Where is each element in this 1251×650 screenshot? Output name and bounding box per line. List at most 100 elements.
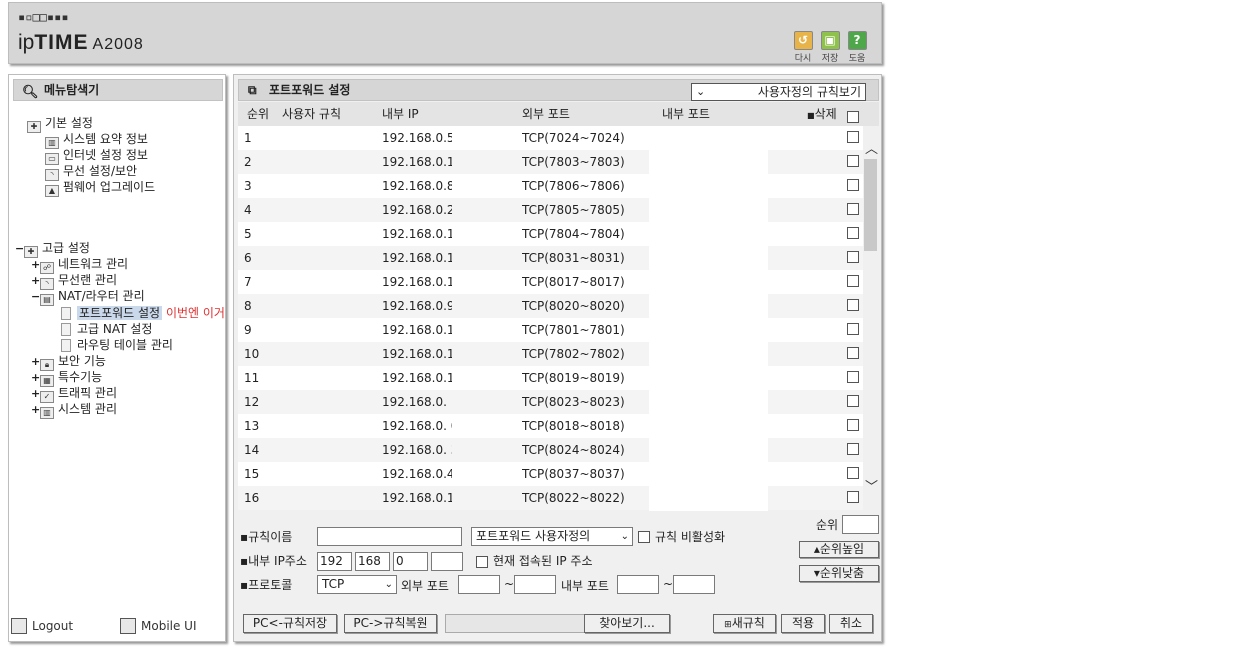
table-row[interactable]: 4 192.168.0.21 TCP(7805~7805) (238, 198, 863, 222)
row-delete-checkbox[interactable] (847, 467, 859, 481)
menu-special[interactable]: + ▦ 특수기능 (31, 370, 102, 387)
ip-octet-1[interactable]: 192 (317, 552, 352, 571)
scroll-down-icon[interactable]: ﹀ (865, 476, 878, 495)
menu-traffic[interactable]: + ✓ 트래픽 관리 (31, 386, 117, 403)
ip-octet-2[interactable]: 168 (355, 552, 390, 571)
menu-security[interactable]: + 🔒︎ 보안 기능 (31, 354, 106, 371)
table-row[interactable]: 2 192.168.0.1 TCP(7803~7803) (238, 150, 863, 174)
row-external-port: TCP(8024~8024) (522, 443, 625, 457)
disable-rule-checkbox[interactable] (638, 531, 650, 546)
priority-down-button[interactable]: ▾순위낮춤 (799, 565, 879, 582)
menu-nat-router-mgmt[interactable]: − ▤ NAT/라우터 관리 (31, 289, 145, 306)
table-row[interactable]: 11 192.168.0.1 0 TCP(8019~8019) (238, 366, 863, 390)
col-rank: 순위 (247, 107, 270, 121)
row-external-port: TCP(7805~7805) (522, 203, 625, 217)
table-row[interactable]: 9 192.168.0.19 TCP(7801~7801) (238, 318, 863, 342)
protocol-select[interactable]: TCP ⌄ (317, 575, 397, 594)
row-delete-checkbox[interactable] (847, 323, 859, 337)
row-delete-checkbox[interactable] (847, 299, 859, 313)
row-rank: 9 (244, 323, 252, 337)
upgrade-icon: ▲ (45, 185, 59, 197)
menu-system-summary[interactable]: ▥ 시스템 요약 정보 (45, 132, 148, 149)
menu-network-mgmt[interactable]: + ☍ 네트워크 관리 (31, 257, 128, 274)
menu-firmware-upgrade[interactable]: ▲ 펌웨어 업그레이드 (45, 180, 155, 197)
port-forward-panel: ⧉ 포트포워드 설정 ⌄ 사용자정의 규칙보기 순위 사용자 규칙 내부 IP 외… (233, 74, 882, 642)
table-row[interactable]: 3 192.168.0.8 TCP(7806~7806) (238, 174, 863, 198)
row-delete-checkbox[interactable] (847, 179, 859, 193)
save-rules-to-pc-button[interactable]: PC<-규칙저장 (243, 614, 337, 633)
table-row[interactable]: 12 192.168.0. 1 TCP(8023~8023) (238, 390, 863, 414)
table-row[interactable]: 7 192.168.0.15 TCP(8017~8017) (238, 270, 863, 294)
scroll-up-icon[interactable]: ︿ (865, 138, 878, 157)
row-delete-checkbox[interactable] (847, 275, 859, 289)
rule-name-input[interactable] (317, 527, 462, 546)
row-rank: 4 (244, 203, 252, 217)
row-delete-checkbox[interactable] (847, 443, 859, 457)
external-port-end[interactable] (514, 575, 556, 594)
row-delete-checkbox[interactable] (847, 227, 859, 241)
menu-port-forward[interactable]: 포트포워드 설정 이번엔 이거 (61, 306, 225, 321)
row-external-port: TCP(8031~8031) (522, 251, 625, 265)
menu-wireless-security[interactable]: ◝ 무선 설정/보안 (45, 164, 137, 181)
chevron-down-icon: ⌄ (620, 531, 629, 542)
logout-link[interactable]: Logout (11, 618, 73, 634)
table-row[interactable]: 10 192.168.0.1 TCP(7802~7802) (238, 342, 863, 366)
internal-port-start[interactable] (617, 575, 659, 594)
menu-basic-settings[interactable]: ✚ 기본 설정 (27, 116, 93, 133)
new-rule-button[interactable]: ⊞새규칙 (713, 614, 776, 633)
rule-type-select[interactable]: 포트포워드 사용자정의 ⌄ (471, 527, 633, 546)
browse-button[interactable]: 찾아보기... (584, 614, 670, 633)
rule-view-select[interactable]: ⌄ 사용자정의 규칙보기 (691, 83, 866, 101)
internal-port-end[interactable] (673, 575, 715, 594)
row-delete-checkbox[interactable] (847, 131, 859, 145)
row-rank: 13 (244, 419, 260, 433)
apply-button[interactable]: 적용 (781, 614, 825, 633)
menu-system-mgmt[interactable]: + ▥ 시스템 관리 (31, 402, 117, 419)
cancel-button[interactable]: 취소 (829, 614, 873, 633)
row-external-port: TCP(8019~8019) (522, 371, 625, 385)
menu-wlan-mgmt[interactable]: + ◝ 무선랜 관리 (31, 273, 117, 290)
file-path-field[interactable] (445, 614, 585, 633)
row-delete-checkbox[interactable] (847, 395, 859, 409)
table-row[interactable]: 6 192.168.0.1 TCP(8031~8031) (238, 246, 863, 270)
menu-internet-info[interactable]: ▭ 인터넷 설정 정보 (45, 148, 148, 165)
rank-input[interactable] (842, 515, 879, 534)
ip-octet-3[interactable]: 0 (393, 552, 428, 571)
save-button[interactable]: ▣ 저장 (818, 31, 842, 64)
table-row[interactable]: 1 192.168.0.5 TCP(7024~7024) (238, 126, 863, 150)
ip-octet-4[interactable] (431, 552, 463, 571)
page-icon (61, 323, 71, 336)
row-internal-ip: 192.168.0.1 0 (382, 371, 452, 385)
row-delete-checkbox[interactable] (847, 251, 859, 265)
row-rank: 6 (244, 251, 252, 265)
table-row[interactable]: 14 192.168.0. 3 TCP(8024~8024) (238, 438, 863, 462)
scrollbar-thumb[interactable] (864, 159, 877, 251)
menu-advanced-nat[interactable]: 고급 NAT 설정 (61, 322, 152, 337)
current-ip-checkbox[interactable] (476, 556, 488, 571)
priority-up-button[interactable]: ▴순위높임 (799, 541, 879, 558)
restore-rules-from-pc-button[interactable]: PC->규칙복원 (344, 614, 437, 633)
row-delete-checkbox[interactable] (847, 155, 859, 169)
table-row[interactable]: 15 192.168.0.4 TCP(8037~8037) (238, 462, 863, 486)
annotation-text: 이번엔 이거 (165, 306, 225, 320)
undo-button[interactable]: ↺ 다시 (791, 31, 815, 64)
menu-routing-table[interactable]: 라우팅 테이블 관리 (61, 338, 173, 353)
mobile-ui-link[interactable]: Mobile UI (120, 618, 197, 634)
external-port-start[interactable] (458, 575, 500, 594)
chevron-down-icon: ⌄ (696, 85, 706, 98)
table-row[interactable]: 16 192.168.0.1 TCP(8022~8022) (238, 486, 863, 510)
row-delete-checkbox[interactable] (847, 491, 859, 505)
table-row[interactable]: 13 192.168.0. 0 TCP(8018~8018) (238, 414, 863, 438)
menu-explorer-title: 🔍︎ 메뉴탐색기 (13, 79, 223, 101)
help-button[interactable]: ? 도움 (845, 31, 869, 64)
row-delete-checkbox[interactable] (847, 371, 859, 385)
table-row[interactable]: 8 192.168.0.9 TCP(8020~8020) (238, 294, 863, 318)
row-delete-checkbox[interactable] (847, 347, 859, 361)
row-delete-checkbox[interactable] (847, 203, 859, 217)
row-delete-checkbox[interactable] (847, 419, 859, 433)
table-row[interactable]: 5 192.168.0.19 TCP(7804~7804) (238, 222, 863, 246)
row-internal-ip: 192.168.0.19 (382, 323, 452, 337)
row-external-port: TCP(7024~7024) (522, 131, 625, 145)
menu-advanced-settings[interactable]: − ✚ 고급 설정 (15, 241, 90, 258)
col-internal-ip: 내부 IP (382, 107, 419, 121)
